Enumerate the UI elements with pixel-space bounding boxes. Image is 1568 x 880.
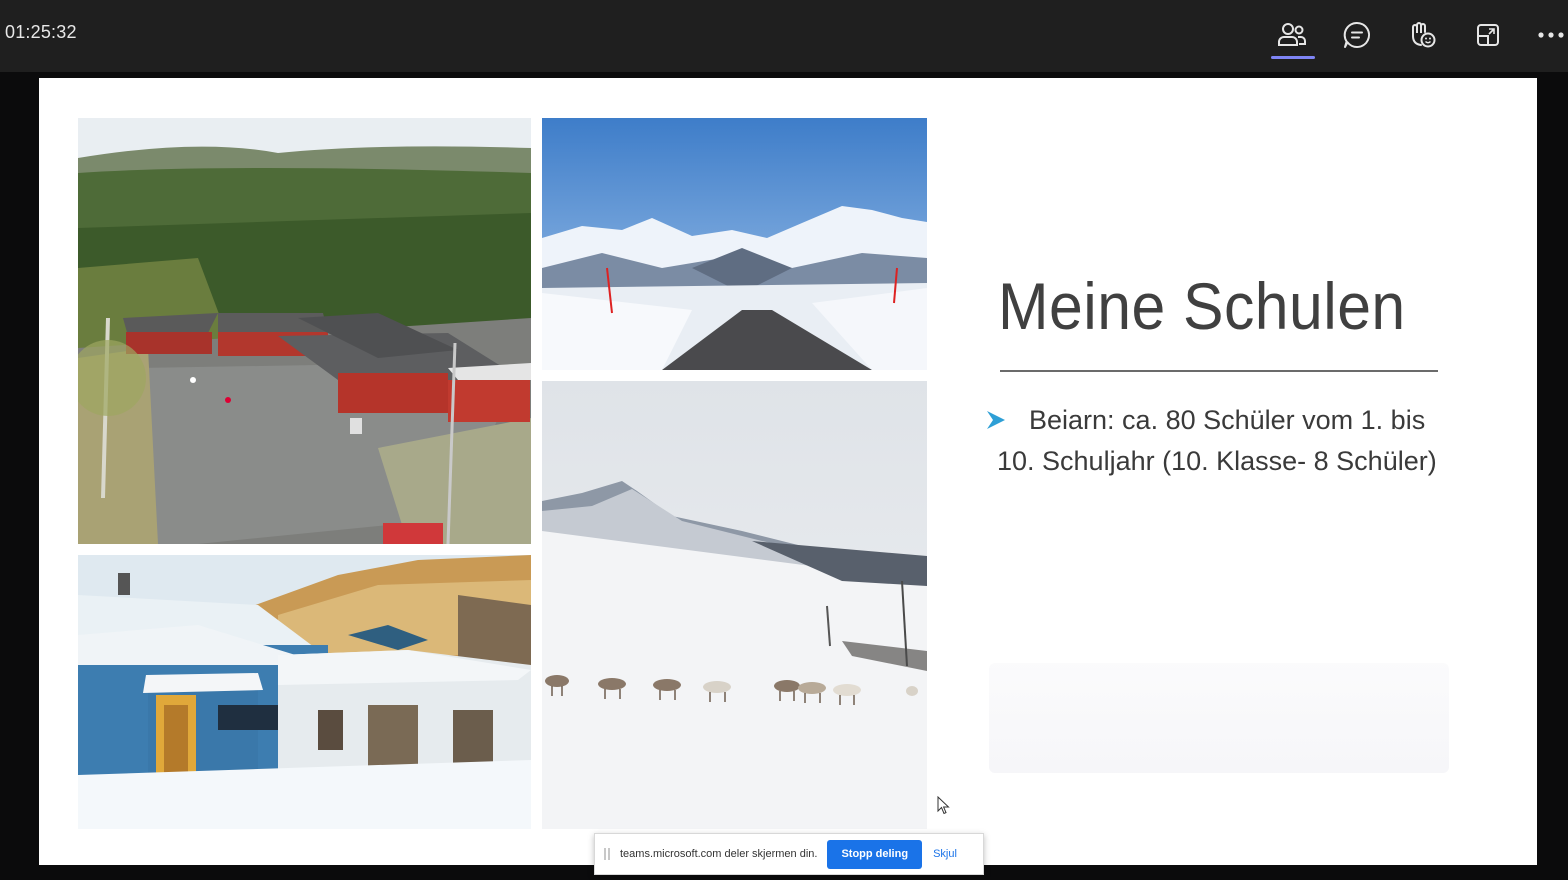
meeting-toolbar: 01:25:32 xyxy=(0,0,1568,72)
chat-icon[interactable] xyxy=(1337,17,1377,53)
meeting-timer: 01:25:32 xyxy=(5,22,77,42)
arrow-bullet-icon xyxy=(987,411,1005,429)
bullet-list: Beiarn: ca. 80 Schüler vom 1. bis 10. Sc… xyxy=(985,400,1465,482)
screen-share-bar: teams.microsoft.com deler skjermen din. … xyxy=(594,833,984,875)
title-divider xyxy=(1000,370,1438,372)
mountain-road-photo xyxy=(542,118,927,370)
faded-placeholder xyxy=(989,663,1449,773)
stop-sharing-button[interactable]: Stopp deling xyxy=(827,839,923,869)
reindeer-snow-photo xyxy=(542,381,927,829)
people-icon[interactable] xyxy=(1272,17,1312,53)
more-options-icon[interactable] xyxy=(1531,17,1568,53)
mouse-cursor-icon xyxy=(937,796,950,815)
blue-school-building-photo xyxy=(78,555,531,829)
active-tab-indicator xyxy=(1271,56,1315,59)
share-message: teams.microsoft.com deler skjermen din. xyxy=(620,848,818,860)
school-aerial-photo xyxy=(78,118,531,544)
bullet-item: Beiarn: ca. 80 Schüler vom 1. bis 10. Sc… xyxy=(997,405,1437,476)
view-layout-icon[interactable] xyxy=(1468,17,1508,53)
slide-title: Meine Schulen xyxy=(998,269,1406,343)
hide-link[interactable]: Skjul xyxy=(933,848,957,860)
shared-slide: Meine Schulen Beiarn: ca. 80 Schüler vom… xyxy=(39,78,1537,865)
drag-handle-icon[interactable] xyxy=(604,848,610,860)
raise-hand-react-icon[interactable] xyxy=(1402,17,1442,53)
